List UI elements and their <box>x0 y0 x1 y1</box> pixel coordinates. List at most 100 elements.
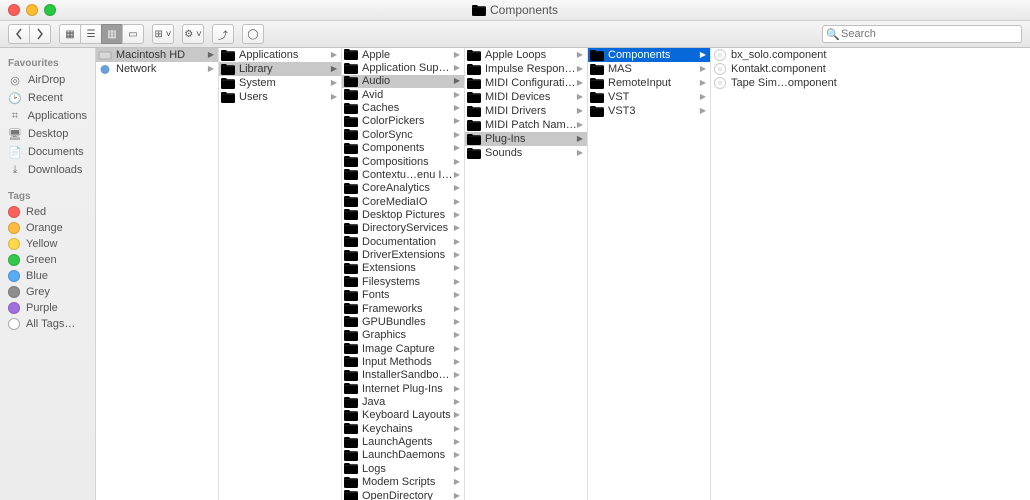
sidebar-tags-header: Tags <box>0 187 95 204</box>
folder-icon <box>467 106 481 117</box>
tag-label: Yellow <box>26 238 57 250</box>
maximize-button[interactable] <box>44 4 56 16</box>
file-row[interactable]: Apple Loops▶ <box>465 48 587 62</box>
forward-button[interactable] <box>29 24 51 44</box>
file-row[interactable]: CoreMediaIO▶ <box>342 195 464 208</box>
file-label: OpenDirectory <box>362 489 454 500</box>
file-row[interactable]: DirectoryServices▶ <box>342 222 464 235</box>
file-row[interactable]: Graphics▶ <box>342 329 464 342</box>
file-row[interactable]: Image Capture▶ <box>342 342 464 355</box>
file-row[interactable]: System▶ <box>219 76 341 90</box>
file-row[interactable]: ColorSync▶ <box>342 128 464 141</box>
file-row[interactable]: Application Support▶ <box>342 61 464 74</box>
sidebar-item-downloads[interactable]: ⤓Downloads <box>0 161 95 179</box>
sidebar-item-recent[interactable]: 🕑Recent <box>0 89 95 107</box>
group-button[interactable]: ⊞ ˅ <box>152 24 174 44</box>
view-icons-button[interactable]: ▦ <box>59 24 80 44</box>
file-row[interactable]: CoreAnalytics▶ <box>342 182 464 195</box>
file-row[interactable]: Contextu…enu Items▶ <box>342 168 464 181</box>
sidebar-tag-yellow[interactable]: Yellow <box>0 236 95 252</box>
file-row[interactable]: DriverExtensions▶ <box>342 248 464 261</box>
view-list-button[interactable]: ☰ <box>80 24 101 44</box>
file-row[interactable]: Sounds▶ <box>465 146 587 160</box>
sidebar-tag-blue[interactable]: Blue <box>0 268 95 284</box>
sidebar-tag-orange[interactable]: Orange <box>0 220 95 236</box>
file-row[interactable]: LaunchAgents▶ <box>342 435 464 448</box>
file-row[interactable]: Internet Plug-Ins▶ <box>342 382 464 395</box>
file-row[interactable]: Logs▶ <box>342 462 464 475</box>
folder-icon <box>472 5 486 16</box>
column-5: bx_solo.componentKontakt.componentTape S… <box>711 48 1030 500</box>
sidebar-all-tags[interactable]: All Tags… <box>0 316 95 332</box>
view-columns-button[interactable]: ▥ <box>101 24 122 44</box>
file-row[interactable]: GPUBundles▶ <box>342 315 464 328</box>
folder-icon <box>344 383 358 394</box>
file-row[interactable]: Fonts▶ <box>342 288 464 301</box>
file-row[interactable]: Desktop Pictures▶ <box>342 208 464 221</box>
file-row[interactable]: MIDI Devices▶ <box>465 90 587 104</box>
search-field[interactable]: 🔍 <box>822 25 1022 43</box>
file-row[interactable]: Extensions▶ <box>342 262 464 275</box>
file-row[interactable]: Network▶ <box>96 62 218 76</box>
file-row[interactable]: Components▶ <box>342 142 464 155</box>
file-row[interactable]: Plug-Ins▶ <box>465 132 587 146</box>
sidebar-tag-purple[interactable]: Purple <box>0 300 95 316</box>
file-row[interactable]: VST▶ <box>588 90 710 104</box>
file-label: GPUBundles <box>362 315 454 328</box>
sidebar-item-documents[interactable]: 📄Documents <box>0 143 95 161</box>
file-row[interactable]: Components▶ <box>588 48 710 62</box>
file-row[interactable]: Modem Scripts▶ <box>342 476 464 489</box>
share-button[interactable]: ⤴ <box>212 24 234 44</box>
folder-icon <box>344 450 358 461</box>
file-row[interactable]: VST3▶ <box>588 104 710 118</box>
sidebar-tag-red[interactable]: Red <box>0 204 95 220</box>
file-row[interactable]: Frameworks▶ <box>342 302 464 315</box>
folder-icon <box>344 356 358 367</box>
tags-button[interactable]: ◯ <box>242 24 264 44</box>
file-row[interactable]: MIDI Configurations▶ <box>465 76 587 90</box>
sidebar-item-desktop[interactable]: 🖥Desktop <box>0 125 95 143</box>
search-input[interactable] <box>822 25 1022 43</box>
file-row[interactable]: Documentation▶ <box>342 235 464 248</box>
sidebar-item-applications[interactable]: ⌗Applications <box>0 107 95 125</box>
file-row[interactable]: Macintosh HD▶ <box>96 48 218 62</box>
file-row[interactable]: Filesystems▶ <box>342 275 464 288</box>
file-row[interactable]: bx_solo.component <box>711 48 1030 62</box>
file-row[interactable]: Kontakt.component <box>711 62 1030 76</box>
file-row[interactable]: LaunchDaemons▶ <box>342 449 464 462</box>
file-row[interactable]: Impulse Responses▶ <box>465 62 587 76</box>
file-row[interactable]: Caches▶ <box>342 101 464 114</box>
close-button[interactable] <box>8 4 20 16</box>
file-row[interactable]: ColorPickers▶ <box>342 115 464 128</box>
file-row[interactable]: Library▶ <box>219 62 341 76</box>
folder-icon <box>344 343 358 354</box>
folder-icon <box>344 236 358 247</box>
file-row[interactable]: InstallerSandboxes▶ <box>342 369 464 382</box>
file-row[interactable]: Input Methods▶ <box>342 355 464 368</box>
view-gallery-button[interactable]: ▭ <box>122 24 144 44</box>
file-row[interactable]: OpenDirectory▶ <box>342 489 464 500</box>
file-label: Filesystems <box>362 275 454 288</box>
file-row[interactable]: Users▶ <box>219 90 341 104</box>
file-row[interactable]: Avid▶ <box>342 88 464 101</box>
file-row[interactable]: Applications▶ <box>219 48 341 62</box>
file-row[interactable]: Keyboard Layouts▶ <box>342 409 464 422</box>
file-row[interactable]: Tape Sim…omponent <box>711 76 1030 90</box>
file-row[interactable]: Keychains▶ <box>342 422 464 435</box>
file-row[interactable]: Audio▶ <box>342 75 464 88</box>
file-row[interactable]: MIDI Patch Names▶ <box>465 118 587 132</box>
file-row[interactable]: Compositions▶ <box>342 155 464 168</box>
action-menu-button[interactable]: ⚙ ˅ <box>182 24 204 44</box>
file-row[interactable]: Java▶ <box>342 395 464 408</box>
file-row[interactable]: Apple▶ <box>342 48 464 61</box>
minimize-button[interactable] <box>26 4 38 16</box>
sidebar-tag-grey[interactable]: Grey <box>0 284 95 300</box>
sidebar-tag-green[interactable]: Green <box>0 252 95 268</box>
back-button[interactable] <box>8 24 29 44</box>
sidebar-item-airdrop[interactable]: ◎AirDrop <box>0 71 95 89</box>
chevron-right-icon: ▶ <box>454 476 460 489</box>
file-row[interactable]: MIDI Drivers▶ <box>465 104 587 118</box>
sidebar-item-label: AirDrop <box>28 74 65 86</box>
file-row[interactable]: MAS▶ <box>588 62 710 76</box>
file-row[interactable]: RemoteInput▶ <box>588 76 710 90</box>
